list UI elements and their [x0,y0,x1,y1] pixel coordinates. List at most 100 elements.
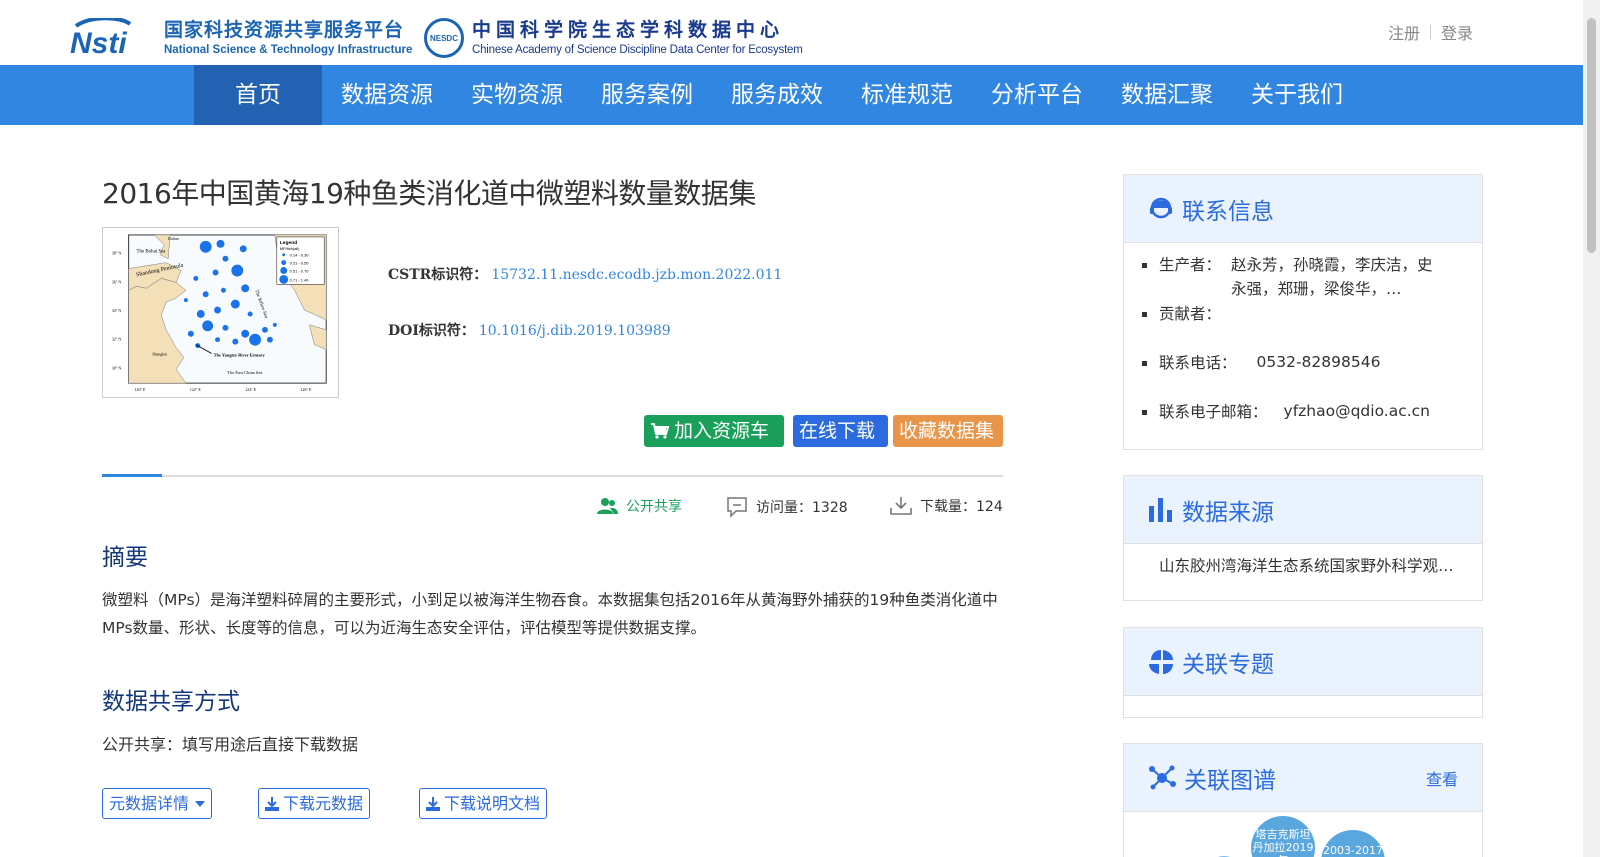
download-metadata-label: 下载元数据 [283,794,364,813]
nsti-name-cn: 国家科技资源共享服务平台 [164,19,405,41]
topic-panel: 关联专题 [1123,627,1483,718]
graph-node[interactable]: 塔吉克斯坦丹加拉2019年 [1251,816,1315,857]
nav-item-6[interactable]: 分析平台 [972,65,1102,125]
scrollbar-thumb[interactable] [1587,18,1596,253]
nsti-logo-mark: Nsti [70,16,158,60]
auth-links: 注册 登录 [1388,20,1473,44]
nesdc-emblem-text: NESDC [429,33,458,43]
nesdc-emblem: NESDC [424,18,464,58]
svg-text:0.71 - 1.40: 0.71 - 1.40 [290,277,310,282]
source-panel-title: 数据来源 [1182,499,1274,526]
nav-items: 首页 数据资源 实物资源 服务案例 服务成效 标准规范 分析平台 数据汇聚 关于我们 [194,65,1362,125]
cstr-link[interactable]: 15732.11.nesdc.ecodb.jzb.mon.2022.011 [491,267,782,283]
phone-value: 0532-82898546 [1256,353,1381,371]
bar-chart-icon [1148,497,1174,522]
abstract-heading: 摘要 [102,545,148,571]
add-to-cart-button[interactable]: 加入资源车 [644,415,784,447]
dataset-title: 2016年中国黄海19种鱼类消化道中微塑料数量数据集 [102,177,756,210]
producer-value: 赵永芳，孙晓霞，李庆洁，史永强，郑珊，梁俊华，… [1231,256,1433,298]
topic-icon [1148,649,1174,675]
source-panel: 数据来源 山东胶州湾海洋生态系统国家野外科学观测研究站 [1123,475,1483,601]
login-link[interactable]: 登录 [1441,20,1473,44]
users-icon [596,497,618,515]
svg-text:The East China Sea: The East China Sea [227,370,262,375]
nesdc-name-cn: 中国科学院生态学科数据中心 [472,19,785,41]
cart-icon [650,422,670,440]
favorite-dataset-button[interactable]: 收藏数据集 [893,415,1003,447]
graph-view-link[interactable]: 查看 [1426,766,1458,790]
download-tray-icon [426,796,440,811]
download-count: 下载量：124 [890,496,1003,516]
contact-panel-header: 联系信息 [1124,175,1482,243]
doi-row: DOI标识符： 10.1016/j.dib.2019.103989 [388,320,671,340]
svg-text:34° N: 34° N [112,308,121,313]
graph-node[interactable]: 2003-2017年中国东 [1321,830,1385,857]
top-header: Nsti 国家科技资源共享服务平台 National Science & Tec… [0,0,1583,65]
nav-item-0[interactable]: 首页 [194,65,322,125]
page-scrollbar[interactable] [1583,0,1600,857]
svg-text:Shanghai: Shanghai [152,351,168,356]
abstract-text: 微塑料（MPs）是海洋塑料碎屑的主要形式，小到足以被海洋生物吞食。本数据集包括2… [102,591,998,637]
svg-text:0.31 - 0.50: 0.31 - 0.50 [290,261,310,266]
main-nav: 首页 数据资源 实物资源 服务案例 服务成效 标准规范 分析平台 数据汇聚 关于我们 [0,65,1583,125]
nav-item-4[interactable]: 服务成效 [712,65,842,125]
contributor-label: 贡献者： [1159,305,1222,323]
service-agent-icon [1148,195,1174,223]
visit-count-text: 访问量：1328 [756,500,848,516]
graph-panel-title: 关联图谱 [1184,767,1276,794]
svg-text:Dalian: Dalian [168,236,179,241]
sharing-heading: 数据共享方式 [102,689,240,715]
nav-item-5[interactable]: 标准规范 [842,65,972,125]
thumbnail-map: Legend MP/fish(all) 0.14 - 0.30 0.31 - 0… [106,231,335,394]
sharing-text: 公开共享：填写用途后直接下载数据 [102,735,359,754]
topic-panel-title: 关联专题 [1182,651,1274,678]
doi-link[interactable]: 10.1016/j.dib.2019.103989 [479,323,671,339]
online-download-button[interactable]: 在线下载 [793,415,888,447]
tab-active-indicator [102,474,162,477]
dataset-thumbnail[interactable]: Legend MP/fish(all) 0.14 - 0.30 0.31 - 0… [102,227,339,398]
source-text[interactable]: 山东胶州湾海洋生态系统国家野外科学观测研究站 [1124,544,1454,576]
add-to-cart-label: 加入资源车 [674,420,770,442]
visit-count: 访问量：1328 [726,496,848,518]
contact-panel-title: 联系信息 [1182,198,1274,225]
register-link[interactable]: 注册 [1388,20,1420,44]
nav-item-8[interactable]: 关于我们 [1232,65,1362,125]
email-value[interactable]: yfzhao@qdio.ac.cn [1284,400,1431,440]
nav-item-7[interactable]: 数据汇聚 [1102,65,1232,125]
share-status-text: 公开共享 [626,499,682,515]
svg-text:124° E: 124° E [245,387,256,392]
contact-producer: 生产者： 赵永芳，孙晓霞，李庆洁，史永强，郑珊，梁俊华，… [1124,253,1482,302]
svg-text:36° N: 36° N [112,279,121,284]
network-icon [1148,764,1176,792]
contact-list: 生产者： 赵永芳，孙晓霞，李庆洁，史永强，郑珊，梁俊华，… 贡献者： 联系电话：… [1124,243,1482,440]
cstr-row: CSTR标识符： 15732.11.nesdc.ecodb.jzb.mon.202… [388,264,782,284]
download-metadata-button[interactable]: 下载元数据 [258,788,371,819]
share-status: 公开共享 [596,496,682,516]
nesdc-name-en: Chinese Academy of Science Discipline Da… [472,44,803,56]
nsti-mark-text: Nsti [70,27,127,58]
auth-divider [1429,25,1431,39]
phone-label: 联系电话： [1159,354,1237,372]
metadata-details-label: 元数据详情 [109,794,190,813]
contact-phone: 联系电话： 0532-82898546 [1124,351,1482,400]
svg-text:32° N: 32° N [112,337,121,342]
contact-contributor: 贡献者： [1124,302,1482,351]
producer-label: 生产者： [1159,256,1222,274]
nesdc-logo[interactable]: NESDC 中国科学院生态学科数据中心 Chinese Academy of S… [424,16,816,60]
email-label: 联系电子邮箱： [1159,403,1268,421]
download-doc-button[interactable]: 下载说明文档 [419,788,548,819]
download-tray-icon [265,796,279,811]
svg-text:38° N: 38° N [112,251,121,256]
nav-item-2[interactable]: 实物资源 [452,65,582,125]
graph-panel-header: 关联图谱 查看 [1124,744,1482,812]
doi-label: DOI标识符： [388,323,475,339]
nav-item-1[interactable]: 数据资源 [322,65,452,125]
metadata-details-button[interactable]: 元数据详情 [102,788,213,819]
nsti-name-en: National Science & Technology Infrastruc… [164,44,413,56]
svg-text:The Bohai Sea: The Bohai Sea [137,250,167,255]
svg-text:122° E: 122° E [190,387,201,392]
svg-text:MP/fish(all): MP/fish(all) [280,246,300,251]
nsti-logo[interactable]: Nsti 国家科技资源共享服务平台 National Science & Tec… [70,16,415,60]
svg-text:30° N: 30° N [112,365,121,370]
nav-item-3[interactable]: 服务案例 [582,65,712,125]
